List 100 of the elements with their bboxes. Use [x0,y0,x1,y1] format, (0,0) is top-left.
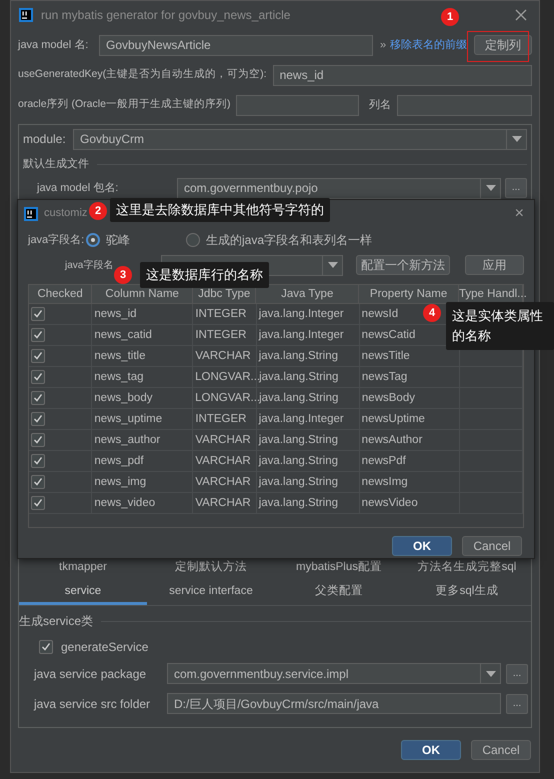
browse-button[interactable]: ... [506,694,528,714]
check-icon [33,435,43,445]
checkbox[interactable] [31,391,45,405]
field-label: java字段名: [28,232,86,248]
cancel-button[interactable]: Cancel [471,740,531,760]
cancel-button[interactable]: Cancel [462,536,522,556]
src-folder-field[interactable]: D:/巨人项目/GovbuyCrm/src/main/java [167,693,501,714]
field-label: java model 包名: [37,180,120,196]
app-logo-icon [24,206,38,220]
sequence-field[interactable] [236,94,359,116]
table-cell: java.lang.String [257,388,360,408]
table-cell: news_catid [92,325,194,345]
table-cell: news_tag [92,367,194,387]
checkbox[interactable] [39,640,53,654]
check-icon [33,309,43,319]
table-cell: LONGVAR... [193,367,258,387]
tab[interactable]: service interface [147,581,275,605]
field-label: java字段名 [65,258,114,272]
check-icon [33,330,43,340]
tab[interactable]: 更多sql生成 [403,581,531,605]
table-cell: LONGVAR... [193,388,258,408]
app-logo-icon [19,8,33,22]
callout-note: 这是数据库行的名称 [140,262,269,288]
table-cell: java.lang.String [256,430,360,450]
close-icon[interactable] [515,9,527,21]
table-cell: java.lang.String [256,472,360,492]
table-cell: VARCHAR [193,472,257,492]
table-cell: VARCHAR [193,430,257,450]
checkbox[interactable] [31,496,45,510]
field-label: java model 名: [18,38,90,53]
callout-note: 这里是去除数据库中其他符号字符的 [110,198,330,222]
checkbox[interactable] [31,412,45,426]
checkbox-label: generateService [61,639,148,656]
dropdown-arrow-icon [486,185,496,191]
table-cell: news_title [92,346,194,366]
close-button[interactable]: × [514,206,524,222]
tab[interactable]: 定制默认方法 [147,557,275,581]
table-cell: news_id [92,304,194,324]
check-icon [33,393,43,403]
check-icon [33,477,43,487]
tab[interactable]: tkmapper [19,557,147,581]
field-label: java service package [34,666,148,682]
table-cell: java.lang.Integer [256,304,360,324]
generated-key-field[interactable]: news_id [272,64,532,86]
ok-button[interactable]: OK [401,740,461,760]
table-cell: newsAuthor [360,430,460,450]
checkbox[interactable] [31,433,45,447]
dropdown-arrow-icon [486,670,496,676]
browse-button[interactable]: ... [505,178,527,198]
field-label: module: [23,131,67,148]
checkbox[interactable] [31,370,45,384]
service-package-dropdown[interactable]: com.governmentbuy.service.impl [167,663,501,684]
customize-columns-button[interactable]: 定制列 [474,35,532,55]
table-cell: newsImg [360,472,460,492]
window-title: run mybatis generator for govbuy_news_article [41,7,290,24]
window-title: customiz [44,206,88,222]
browse-button[interactable]: ... [506,664,528,684]
field-label: java service src folder [34,696,152,712]
table-cell: java.lang.Integer [256,409,360,429]
new-method-button[interactable]: 配置一个新方法 [356,255,450,275]
group-title: 生成service类 [19,613,94,630]
radio-button[interactable] [186,233,200,247]
tab[interactable]: mybatisPlus配置 [275,557,403,581]
module-dropdown[interactable]: GovbuyCrm [73,128,527,150]
apply-button[interactable]: 应用 [465,255,524,275]
remove-prefix-link[interactable]: » 移除表名的前缀 [380,36,468,54]
tab[interactable]: 方法名生成完整sql [403,557,531,581]
radio-label: 驼峰 [106,232,130,249]
checkbox[interactable] [31,328,45,342]
table-cell: INTEGER [193,325,257,345]
tab[interactable]: 父类配置 [275,581,403,605]
checkbox[interactable] [31,349,45,363]
check-icon [33,372,43,382]
table-cell: VARCHAR [193,493,257,513]
table-cell: java.lang.String [256,451,360,471]
table-cell: VARCHAR [193,346,257,366]
field-label: useGeneratedKey(主键是否为自动生成的，可为空): [18,67,267,82]
table-cell: java.lang.String [256,493,360,513]
model-name-field[interactable]: GovbuyNewsArticle [99,34,373,56]
checkbox[interactable] [31,454,45,468]
table-cell: news_pdf [92,451,194,471]
column-header[interactable]: Checked [29,285,92,303]
table-cell: newsBody [360,388,460,408]
table-cell: INTEGER [193,409,257,429]
table-cell: INTEGER [193,304,257,324]
ok-button[interactable]: OK [392,536,452,556]
column-name-field[interactable] [397,94,532,116]
package-dropdown[interactable]: com.governmentbuy.pojo [177,178,501,198]
field-label: oracle序列 (Oracle一般用于生成主键的序列) [18,97,230,112]
highlight-frame [467,31,529,62]
callout-note: 这是实体类属性的名称 [446,302,554,350]
checkbox[interactable] [31,475,45,489]
dropdown-arrow-icon [328,262,338,268]
checkbox[interactable] [31,307,45,321]
table-cell: newsTag [360,367,460,387]
table-cell: java.lang.Integer [256,325,360,345]
table-cell: VARCHAR [193,451,257,471]
radio-button[interactable] [86,233,100,247]
table-cell: newsUptime [360,409,460,429]
table-cell: news_img [92,472,194,492]
